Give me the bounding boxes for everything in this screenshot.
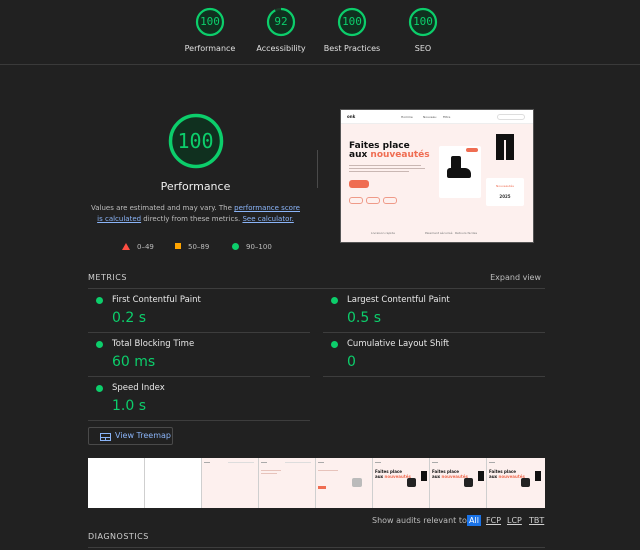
- metric-value: 60 ms: [112, 354, 156, 370]
- metric-name: Speed Index: [112, 383, 165, 393]
- preview-pill: [383, 197, 397, 204]
- preview-feature: Retours faciles: [455, 231, 478, 235]
- gauge-score: 100: [342, 15, 362, 28]
- performance-title: Performance: [160, 180, 231, 193]
- legend-average: 50–89: [175, 243, 209, 251]
- metric-value: 0.5 s: [347, 310, 382, 326]
- top-score-summary: 100 Performance 92 Accessibility 100 Bes…: [0, 0, 640, 65]
- view-treemap-button[interactable]: View Treemap: [88, 427, 173, 445]
- metric-tbt: Total Blocking Time 60 ms: [88, 333, 310, 377]
- see-calculator-link[interactable]: See calculator.: [242, 215, 293, 223]
- pass-circle-icon: [331, 341, 338, 348]
- legend-fail: 0–49: [122, 243, 154, 251]
- treemap-icon: [100, 433, 111, 441]
- performance-score: 100: [177, 129, 214, 153]
- gauge-score: 100: [200, 15, 220, 28]
- diagnostics-title: DIAGNOSTICS: [88, 532, 149, 541]
- preview-card-pants: [486, 130, 524, 164]
- metrics-header: METRICS Expand view: [88, 272, 545, 289]
- desc-text: Values are estimated and may vary. The: [90, 204, 235, 212]
- preview-year-card: Nouveautés 2025: [486, 178, 524, 206]
- gauge-ring: 100: [408, 7, 438, 37]
- gauge-label: SEO: [414, 44, 432, 53]
- metric-lcp: Largest Contentful Paint 0.5 s: [323, 289, 545, 333]
- metric-value: 1.0 s: [112, 398, 147, 414]
- final-screenshot[interactable]: onk Homme Nouveau Filtre Faites place au…: [340, 109, 534, 243]
- gauge-ring: 92: [266, 7, 296, 37]
- legend-pass: 90–100: [232, 243, 272, 251]
- gauge-ring: 100: [195, 7, 225, 37]
- desc-text: directly from these metrics.: [141, 215, 243, 223]
- treemap-label: View Treemap: [115, 431, 171, 440]
- metric-speed-index: Speed Index 1.0 s: [88, 377, 310, 421]
- metric-fcp: First Contentful Paint 0.2 s: [88, 289, 310, 333]
- pass-circle-icon: [331, 297, 338, 304]
- filmstrip-frame: Faites place aux nouveautés: [430, 458, 487, 508]
- preview-nav-item: Homme: [401, 115, 413, 119]
- preview-card-label: Nouveautés: [496, 184, 514, 188]
- metric-name: First Contentful Paint: [112, 295, 201, 305]
- headline-accent: nouveautés: [370, 150, 430, 160]
- score-legend: 0–49 50–89 90–100: [88, 243, 303, 255]
- divider: [88, 547, 545, 548]
- filmstrip-frame: Faites place aux nouveautés: [487, 458, 545, 508]
- legend-average-range: 50–89: [188, 243, 210, 251]
- preview-year: 2025: [499, 194, 511, 199]
- preview-feature: Paiement sécurisé: [425, 231, 453, 235]
- preview-pill: [366, 197, 380, 204]
- preview-nav-item: Nouveau: [423, 115, 437, 119]
- filmstrip-frame: Faites place aux nouveautés: [373, 458, 430, 508]
- expand-view-toggle[interactable]: Expand view: [490, 273, 541, 282]
- legend-fail-range: 0–49: [137, 243, 154, 251]
- filter-chip-fcp[interactable]: FCP: [484, 515, 503, 526]
- metric-name: Total Blocking Time: [112, 339, 195, 349]
- preview-cta-button: [349, 180, 369, 188]
- preview-paragraph: [349, 164, 429, 174]
- performance-description: Values are estimated and may vary. The p…: [88, 203, 303, 225]
- filmstrip-frame: [145, 458, 202, 508]
- filter-chip-all[interactable]: All: [467, 515, 481, 526]
- audit-filter-bar: Show audits relevant to: All FCP LCP TBT: [0, 515, 545, 527]
- gauge-score: 100: [413, 15, 433, 28]
- pass-circle-icon: [96, 297, 103, 304]
- metric-cls: Cumulative Layout Shift 0: [323, 333, 545, 377]
- average-square-icon: [175, 243, 181, 249]
- filmstrip-frame: [202, 458, 259, 508]
- metrics-title: METRICS: [88, 273, 127, 282]
- fail-triangle-icon: [122, 243, 130, 250]
- pass-circle-icon: [96, 385, 103, 392]
- gauge-seo[interactable]: 100 SEO: [373, 7, 473, 53]
- filmstrip: Faites place aux nouveautés Faites place a…: [88, 458, 545, 508]
- performance-gauge: 100: [167, 112, 225, 170]
- pass-circle-icon: [96, 341, 103, 348]
- metric-name: Cumulative Layout Shift: [347, 339, 450, 349]
- preview-pill: [349, 197, 363, 204]
- metric-value: 0: [347, 354, 356, 370]
- divider: [317, 150, 318, 188]
- metric-name: Largest Contentful Paint: [347, 295, 450, 305]
- filmstrip-frame: [259, 458, 316, 508]
- gauge-ring: 100: [337, 7, 367, 37]
- preview-headline: Faites place aux nouveautés: [349, 142, 430, 160]
- preview-nav-item: Filtre: [443, 115, 451, 119]
- preview-feature: Livraison rapide: [371, 231, 395, 235]
- preview-logo: onk: [347, 114, 356, 119]
- headline-line-2: aux: [349, 150, 371, 160]
- audit-filter-label: Show audits relevant to:: [372, 516, 470, 525]
- filter-chip-lcp[interactable]: LCP: [505, 515, 524, 526]
- preview-hero: Faites place aux nouveautés Nouveautés 2…: [341, 124, 533, 242]
- gauge-score: 92: [274, 15, 288, 28]
- preview-navbar: onk Homme Nouveau Filtre: [341, 110, 533, 124]
- preview-search-box: [497, 114, 525, 120]
- performance-summary: 100 Performance Values are estimated and…: [88, 112, 303, 255]
- filmstrip-frame: [88, 458, 145, 508]
- filmstrip-frame: [316, 458, 373, 508]
- preview-card-boot: [439, 146, 481, 198]
- pass-circle-icon: [232, 243, 239, 250]
- metric-value: 0.2 s: [112, 310, 147, 326]
- filter-chip-tbt[interactable]: TBT: [527, 515, 546, 526]
- legend-pass-range: 90–100: [246, 243, 272, 251]
